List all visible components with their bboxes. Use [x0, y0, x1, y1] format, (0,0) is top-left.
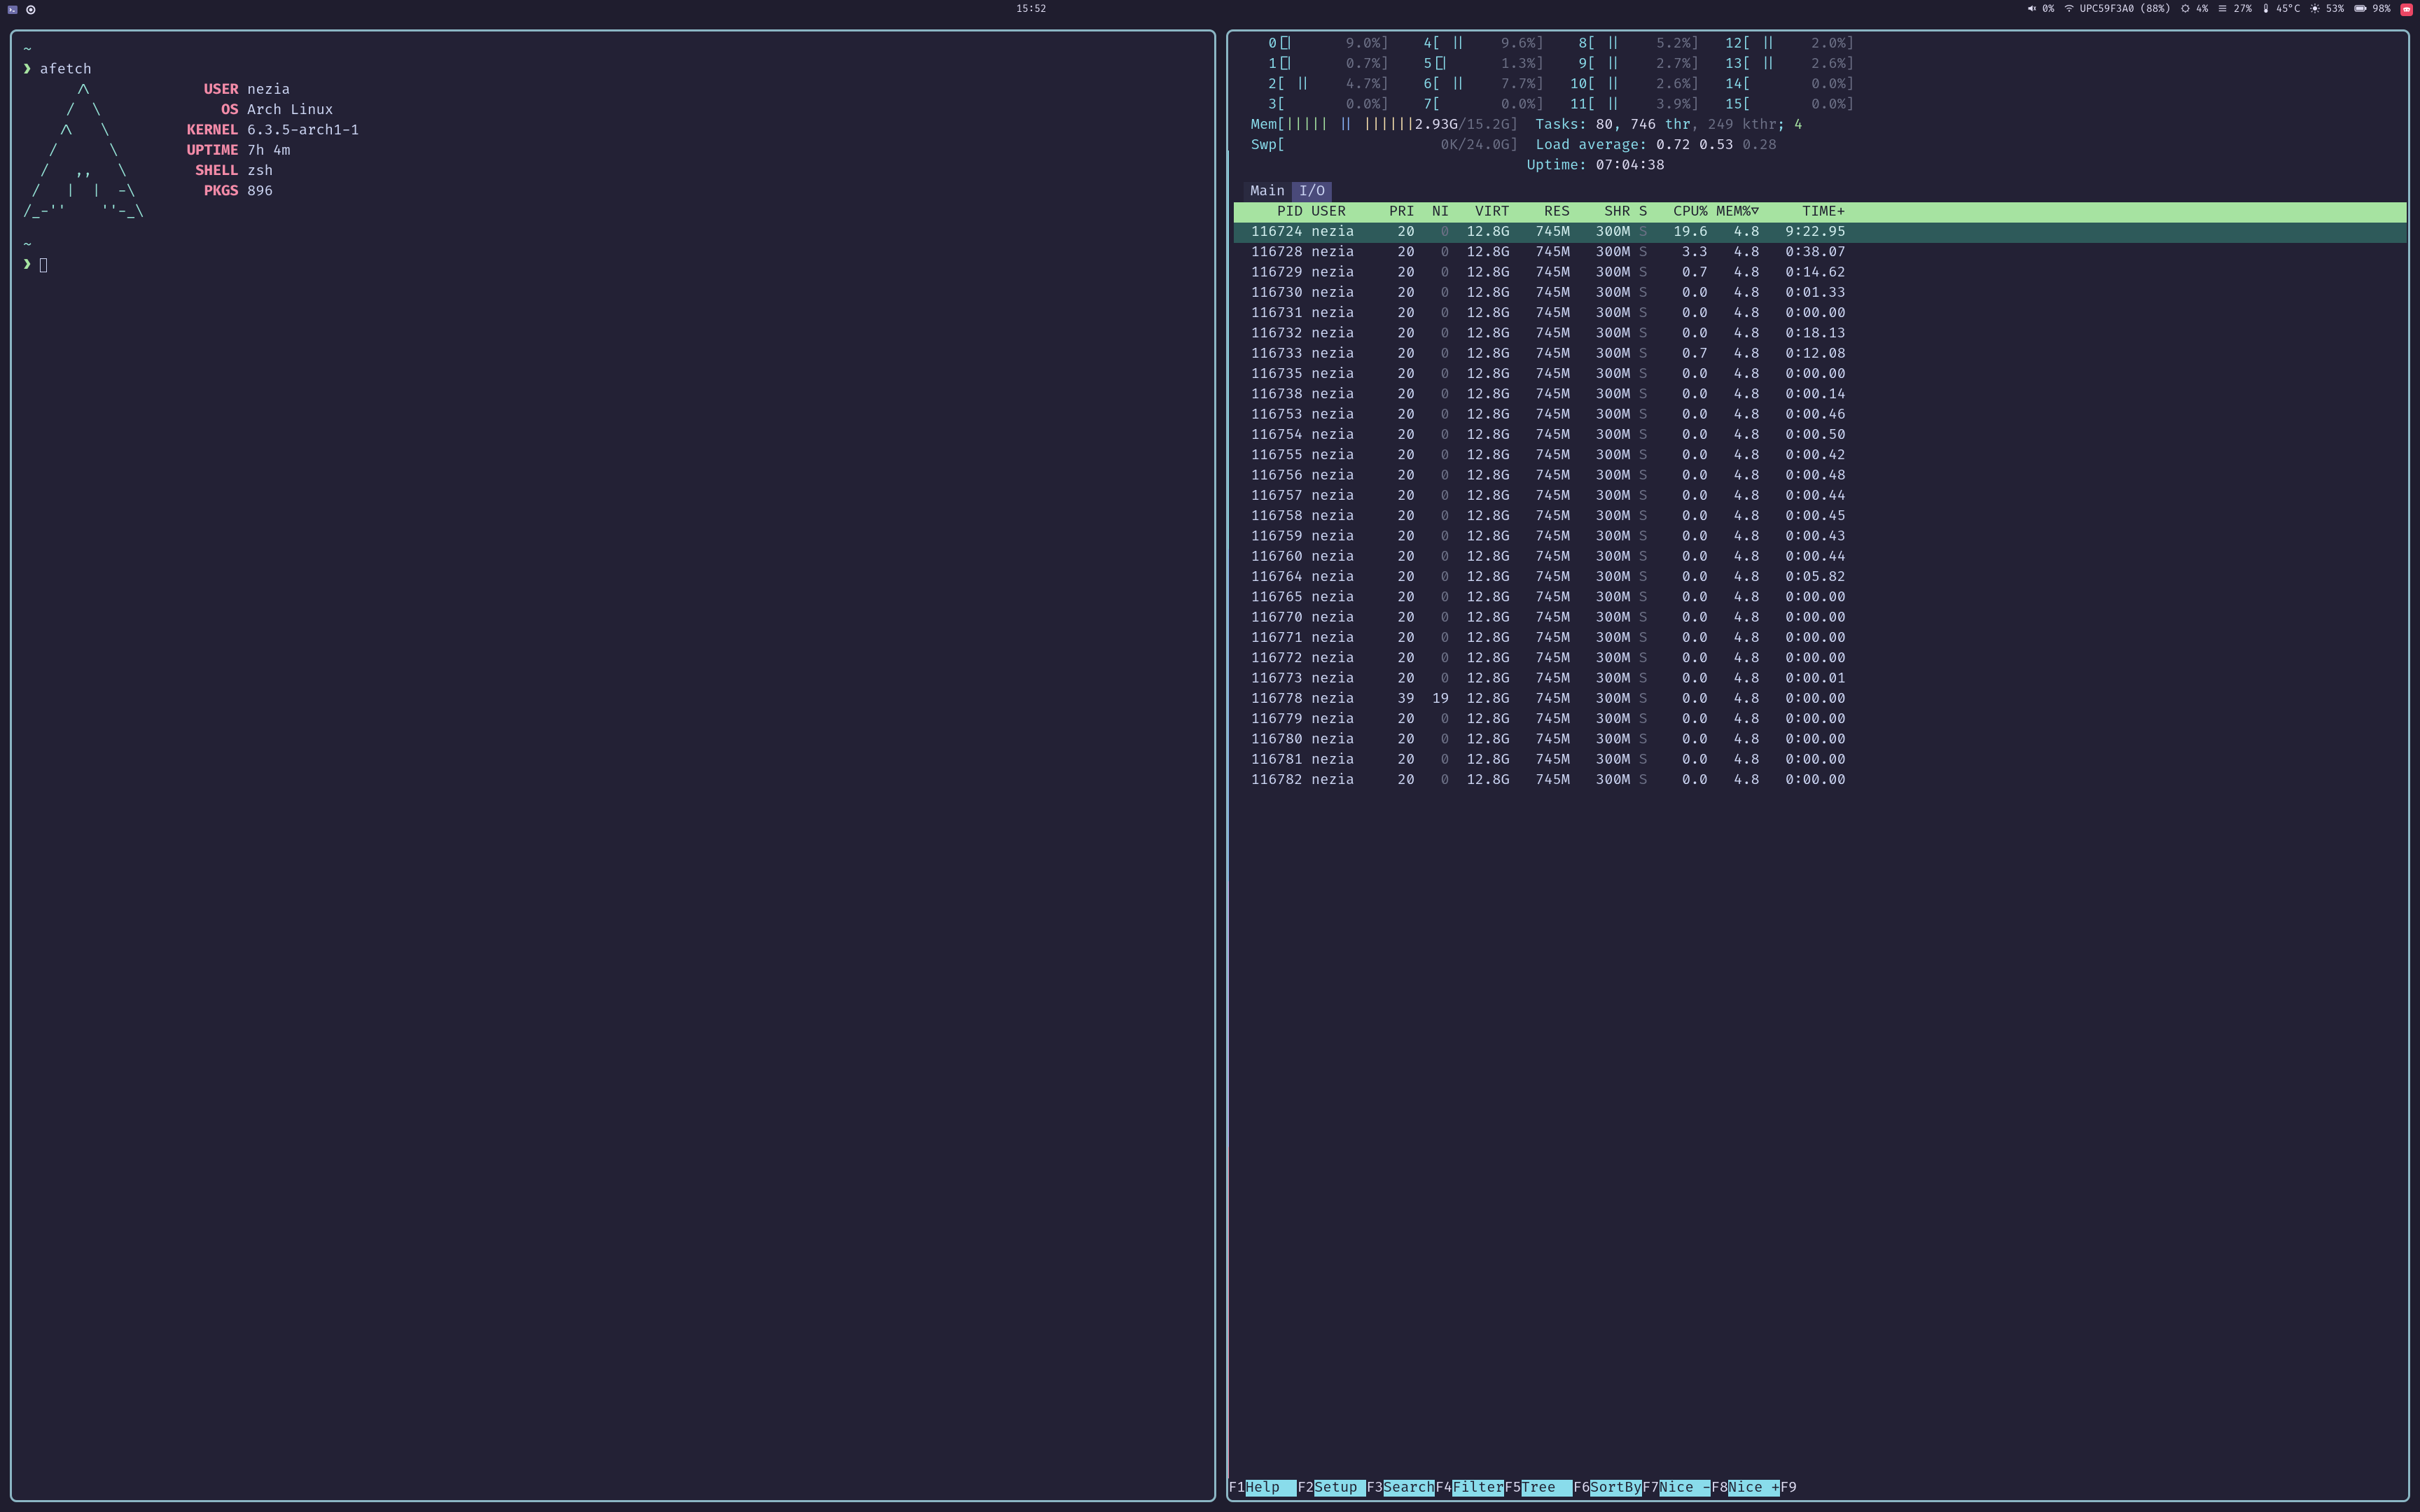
- cwd-tilde: ~: [23, 41, 32, 58]
- cursor-icon: [40, 258, 47, 272]
- wifi-indicator[interactable]: UPC59F3A0 (88%): [2064, 4, 2171, 15]
- process-row[interactable]: 116772 nezia 20 0 12.8G 745M 300M S 0.0 …: [1234, 649, 2407, 669]
- temperature-indicator[interactable]: 45°C: [2262, 4, 2300, 15]
- process-row[interactable]: 116773 nezia 20 0 12.8G 745M 300M S 0.0 …: [1234, 669, 2407, 690]
- mem-indicator[interactable]: 27%: [2218, 4, 2251, 15]
- process-row[interactable]: 116730 nezia 20 0 12.8G 745M 300M S 0.0 …: [1234, 284, 2407, 304]
- function-key-bar[interactable]: F1Help F2Setup F3SearchF4FilterF5Tree F6…: [1228, 1478, 2408, 1500]
- process-row[interactable]: 116760 nezia 20 0 12.8G 745M 300M S 0.0 …: [1234, 547, 2407, 568]
- command-typed: afetch: [40, 62, 92, 78]
- process-row[interactable]: 116724 nezia 20 0 12.8G 745M 300M S 19.6…: [1234, 223, 2407, 243]
- process-row[interactable]: 116738 nezia 20 0 12.8G 745M 300M S 0.0 …: [1234, 385, 2407, 405]
- process-row[interactable]: 116755 nezia 20 0 12.8G 745M 300M S 0.0 …: [1234, 446, 2407, 466]
- volume-indicator[interactable]: 0%: [2026, 4, 2054, 15]
- process-row[interactable]: 116731 nezia 20 0 12.8G 745M 300M S 0.0 …: [1234, 304, 2407, 324]
- process-row[interactable]: 116758 nezia 20 0 12.8G 745M 300M S 0.0 …: [1234, 507, 2407, 527]
- process-row[interactable]: 116732 nezia 20 0 12.8G 745M 300M S 0.0 …: [1234, 324, 2407, 344]
- process-row[interactable]: 116735 nezia 20 0 12.8G 745M 300M S 0.0 …: [1234, 365, 2407, 385]
- status-bar: 15:52 0% UPC59F3A0 (88%) 4% 27% 45°C 53%: [0, 0, 2420, 20]
- memory-meters: Mem[||||| || ||||||2.93G/15.2G] Tasks: 8…: [1234, 115, 2407, 176]
- clock[interactable]: 15:52: [1016, 4, 1046, 15]
- process-row[interactable]: 116779 nezia 20 0 12.8G 745M 300M S 0.0 …: [1234, 710, 2407, 730]
- process-row[interactable]: 116733 nezia 20 0 12.8G 745M 300M S 0.7 …: [1234, 344, 2407, 365]
- process-row[interactable]: 116780 nezia 20 0 12.8G 745M 300M S 0.0 …: [1234, 730, 2407, 750]
- cwd-tilde-2: ~: [23, 237, 32, 253]
- prompt-symbol-2: ❯: [23, 257, 40, 274]
- process-header[interactable]: PID USER PRI NI VIRT RES SHR S CPU% MEM%…: [1234, 202, 2407, 223]
- battery-indicator[interactable]: 98%: [2354, 4, 2391, 15]
- obs-icon[interactable]: [25, 4, 36, 15]
- afetch-output: /\ USER nezia / \ OS Arch Linux /\ \ KER…: [23, 80, 1203, 223]
- process-row[interactable]: 116770 nezia 20 0 12.8G 745M 300M S 0.0 …: [1234, 608, 2407, 629]
- process-row[interactable]: 116729 nezia 20 0 12.8G 745M 300M S 0.7 …: [1234, 263, 2407, 284]
- terminal-icon[interactable]: [7, 4, 18, 15]
- discord-icon[interactable]: [2400, 4, 2413, 16]
- process-row[interactable]: 116756 nezia 20 0 12.8G 745M 300M S 0.0 …: [1234, 466, 2407, 486]
- process-row[interactable]: 116754 nezia 20 0 12.8G 745M 300M S 0.0 …: [1234, 426, 2407, 446]
- process-row[interactable]: 116771 nezia 20 0 12.8G 745M 300M S 0.0 …: [1234, 629, 2407, 649]
- process-list[interactable]: 116724 nezia 20 0 12.8G 745M 300M S 19.6…: [1234, 223, 2407, 1500]
- terminal-right-htop[interactable]: 0[| 9.0%] 4[ || 9.6%] 8[ || 5.2%] 12[ ||…: [1226, 29, 2410, 1502]
- process-row[interactable]: 116782 nezia 20 0 12.8G 745M 300M S 0.0 …: [1234, 771, 2407, 791]
- process-row[interactable]: 116753 nezia 20 0 12.8G 745M 300M S 0.0 …: [1234, 405, 2407, 426]
- process-row[interactable]: 116781 nezia 20 0 12.8G 745M 300M S 0.0 …: [1234, 750, 2407, 771]
- process-row[interactable]: 116757 nezia 20 0 12.8G 745M 300M S 0.0 …: [1234, 486, 2407, 507]
- process-row[interactable]: 116728 nezia 20 0 12.8G 745M 300M S 3.3 …: [1234, 243, 2407, 263]
- cpu-indicator[interactable]: 4%: [2181, 4, 2209, 15]
- terminal-left[interactable]: ~ ❯ afetch /\ USER nezia / \ OS Arch Lin…: [10, 29, 1216, 1502]
- cpu-meters: 0[| 9.0%] 4[ || 9.6%] 8[ || 5.2%] 12[ ||…: [1234, 34, 2407, 115]
- prompt-symbol: ❯: [23, 62, 40, 78]
- brightness-indicator[interactable]: 53%: [2310, 4, 2344, 15]
- scrollbar-indicator[interactable]: [1226, 150, 1229, 1479]
- process-row[interactable]: 116764 nezia 20 0 12.8G 745M 300M S 0.0 …: [1234, 568, 2407, 588]
- tab-io[interactable]: I/O: [1292, 182, 1332, 202]
- process-row[interactable]: 116778 nezia 39 19 12.8G 745M 300M S 0.0…: [1234, 690, 2407, 710]
- tab-main[interactable]: Main: [1244, 182, 1292, 202]
- process-row[interactable]: 116759 nezia 20 0 12.8G 745M 300M S 0.0 …: [1234, 527, 2407, 547]
- process-row[interactable]: 116765 nezia 20 0 12.8G 745M 300M S 0.0 …: [1234, 588, 2407, 608]
